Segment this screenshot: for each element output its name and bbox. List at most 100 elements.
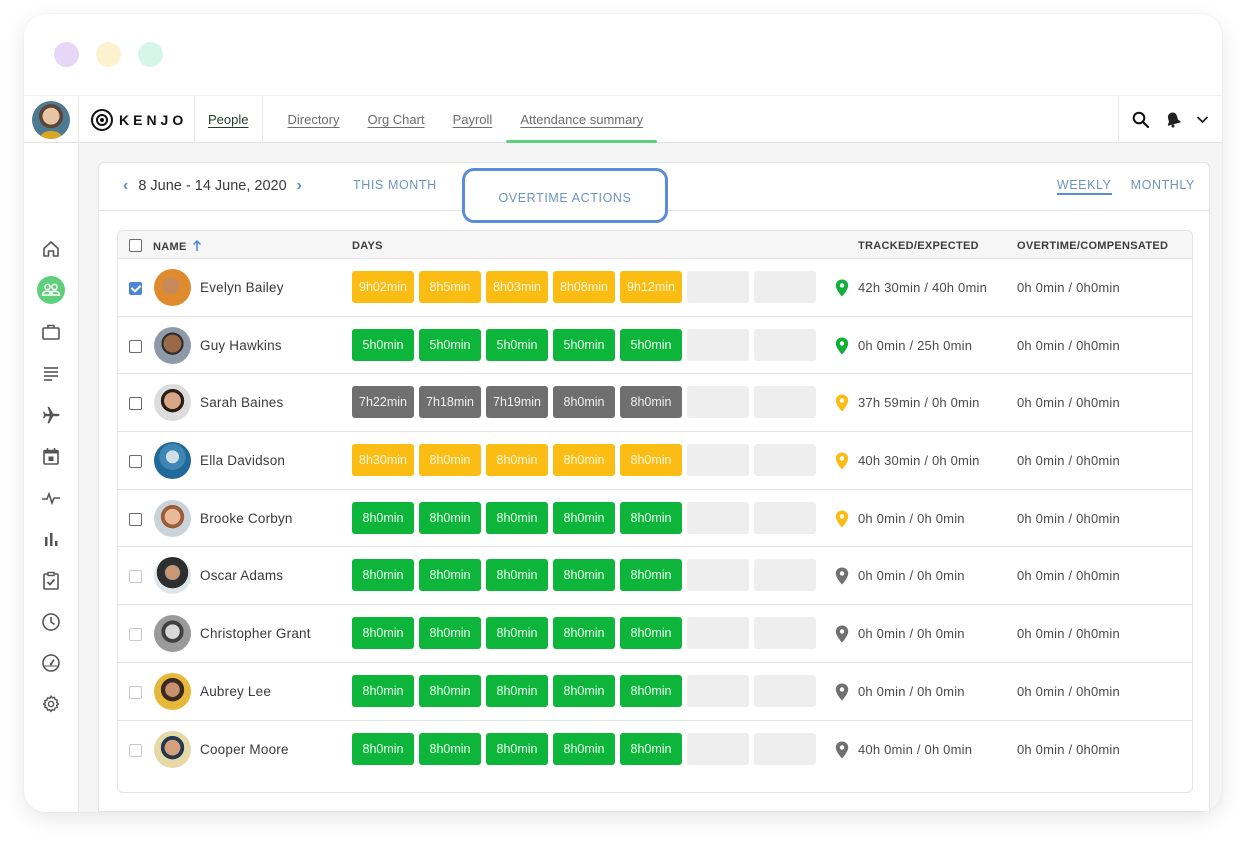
overtime-actions-button[interactable]: OVERTIME ACTIONS [462, 168, 668, 223]
day-time-badge[interactable]: 5h0min [620, 329, 682, 361]
monthly-tab[interactable]: MONTHLY [1131, 178, 1195, 195]
day-time-badge[interactable]: 8h0min [553, 386, 615, 418]
table-row[interactable]: Brooke Corbyn8h0min8h0min8h0min8h0min8h0… [118, 490, 1192, 548]
day-empty-cell[interactable] [687, 617, 749, 649]
gauge-icon[interactable] [37, 649, 65, 677]
row-checkbox[interactable] [129, 282, 142, 295]
day-empty-cell[interactable] [754, 329, 816, 361]
day-empty-cell[interactable] [687, 271, 749, 303]
day-time-badge[interactable]: 8h0min [419, 559, 481, 591]
table-row[interactable]: Christopher Grant8h0min8h0min8h0min8h0mi… [118, 605, 1192, 663]
day-empty-cell[interactable] [687, 733, 749, 765]
day-time-badge[interactable]: 8h0min [419, 502, 481, 534]
bar-chart-icon[interactable] [37, 525, 65, 553]
day-time-badge[interactable]: 9h02min [352, 271, 414, 303]
row-checkbox[interactable] [129, 744, 142, 757]
location-pin-icon[interactable] [835, 394, 849, 412]
day-time-badge[interactable]: 8h0min [419, 444, 481, 476]
day-time-badge[interactable]: 8h0min [352, 502, 414, 534]
weekly-tab[interactable]: WEEKLY [1057, 178, 1112, 195]
column-name-header[interactable]: NAME [153, 240, 202, 253]
table-row[interactable]: Oscar Adams8h0min8h0min8h0min8h0min8h0mi… [118, 547, 1192, 605]
table-row[interactable]: Evelyn Bailey9h02min8h5min8h03min8h08min… [118, 259, 1192, 317]
day-time-badge[interactable]: 8h0min [620, 733, 682, 765]
avatar[interactable] [154, 327, 191, 364]
day-time-badge[interactable]: 8h0min [553, 733, 615, 765]
nav-people[interactable]: People [195, 96, 263, 143]
row-checkbox[interactable] [129, 686, 142, 699]
bell-icon[interactable] [1165, 111, 1181, 128]
day-time-badge[interactable]: 8h0min [486, 559, 548, 591]
day-time-badge[interactable]: 5h0min [419, 329, 481, 361]
location-pin-icon[interactable] [835, 452, 849, 470]
day-time-badge[interactable]: 8h0min [486, 733, 548, 765]
location-pin-icon[interactable] [835, 625, 849, 643]
day-empty-cell[interactable] [754, 444, 816, 476]
home-icon[interactable] [37, 235, 65, 263]
avatar[interactable] [154, 557, 191, 594]
day-time-badge[interactable]: 8h0min [352, 675, 414, 707]
avatar[interactable] [154, 500, 191, 537]
day-empty-cell[interactable] [754, 617, 816, 649]
day-empty-cell[interactable] [754, 271, 816, 303]
person-name[interactable]: Guy Hawkins [200, 338, 282, 353]
location-pin-icon[interactable] [835, 279, 849, 297]
row-checkbox[interactable] [129, 455, 142, 468]
row-checkbox[interactable] [129, 570, 142, 583]
table-row[interactable]: Cooper Moore8h0min8h0min8h0min8h0min8h0m… [118, 721, 1192, 779]
day-empty-cell[interactable] [754, 733, 816, 765]
window-dot-yellow[interactable] [96, 42, 121, 67]
table-row[interactable]: Aubrey Lee8h0min8h0min8h0min8h0min8h0min… [118, 663, 1192, 721]
day-time-badge[interactable]: 8h0min [419, 675, 481, 707]
person-name[interactable]: Cooper Moore [200, 742, 289, 757]
day-empty-cell[interactable] [687, 675, 749, 707]
nav-payroll[interactable]: Payroll [439, 96, 507, 143]
day-empty-cell[interactable] [754, 502, 816, 534]
day-time-badge[interactable]: 5h0min [352, 329, 414, 361]
person-name[interactable]: Sarah Baines [200, 395, 283, 410]
window-dot-green[interactable] [138, 42, 163, 67]
day-time-badge[interactable]: 8h0min [553, 617, 615, 649]
day-empty-cell[interactable] [754, 559, 816, 591]
clipboard-check-icon[interactable] [37, 567, 65, 595]
day-time-badge[interactable]: 8h0min [620, 617, 682, 649]
day-empty-cell[interactable] [754, 386, 816, 418]
nav-org-chart[interactable]: Org Chart [354, 96, 439, 143]
day-time-badge[interactable]: 8h0min [486, 444, 548, 476]
table-row[interactable]: Ella Davidson8h30min8h0min8h0min8h0min8h… [118, 432, 1192, 490]
day-time-badge[interactable]: 8h0min [620, 675, 682, 707]
day-time-badge[interactable]: 8h0min [553, 675, 615, 707]
kenjo-logo[interactable]: KENJO [79, 96, 195, 143]
calendar-icon[interactable] [37, 442, 65, 470]
day-time-badge[interactable]: 8h0min [553, 502, 615, 534]
day-time-badge[interactable]: 8h0min [553, 559, 615, 591]
row-checkbox[interactable] [129, 513, 142, 526]
day-time-badge[interactable]: 8h03min [486, 271, 548, 303]
day-time-badge[interactable]: 8h0min [486, 675, 548, 707]
person-name[interactable]: Aubrey Lee [200, 684, 271, 699]
nav-directory[interactable]: Directory [273, 96, 353, 143]
day-time-badge[interactable]: 8h0min [620, 502, 682, 534]
day-time-badge[interactable]: 8h08min [553, 271, 615, 303]
avatar[interactable] [154, 731, 191, 768]
day-time-badge[interactable]: 8h0min [419, 733, 481, 765]
chevron-left-icon[interactable]: ‹ [123, 177, 128, 195]
chevron-right-icon[interactable]: › [297, 177, 302, 195]
nav-attendance-summary[interactable]: Attendance summary [506, 96, 657, 143]
user-avatar[interactable] [32, 101, 70, 139]
pulse-icon[interactable] [37, 484, 65, 512]
location-pin-icon[interactable] [835, 567, 849, 585]
person-name[interactable]: Christopher Grant [200, 626, 311, 641]
table-row[interactable]: Guy Hawkins5h0min5h0min5h0min5h0min5h0mi… [118, 317, 1192, 375]
user-avatar-cell[interactable] [24, 96, 79, 143]
location-pin-icon[interactable] [835, 510, 849, 528]
avatar[interactable] [154, 615, 191, 652]
day-time-badge[interactable]: 8h0min [352, 733, 414, 765]
day-time-badge[interactable]: 8h0min [486, 502, 548, 534]
this-month-button[interactable]: THIS MONTH [353, 178, 437, 192]
window-dot-purple[interactable] [54, 42, 79, 67]
briefcase-icon[interactable] [37, 318, 65, 346]
day-time-badge[interactable]: 8h30min [352, 444, 414, 476]
day-time-badge[interactable]: 8h5min [419, 271, 481, 303]
day-time-badge[interactable]: 7h18min [419, 386, 481, 418]
